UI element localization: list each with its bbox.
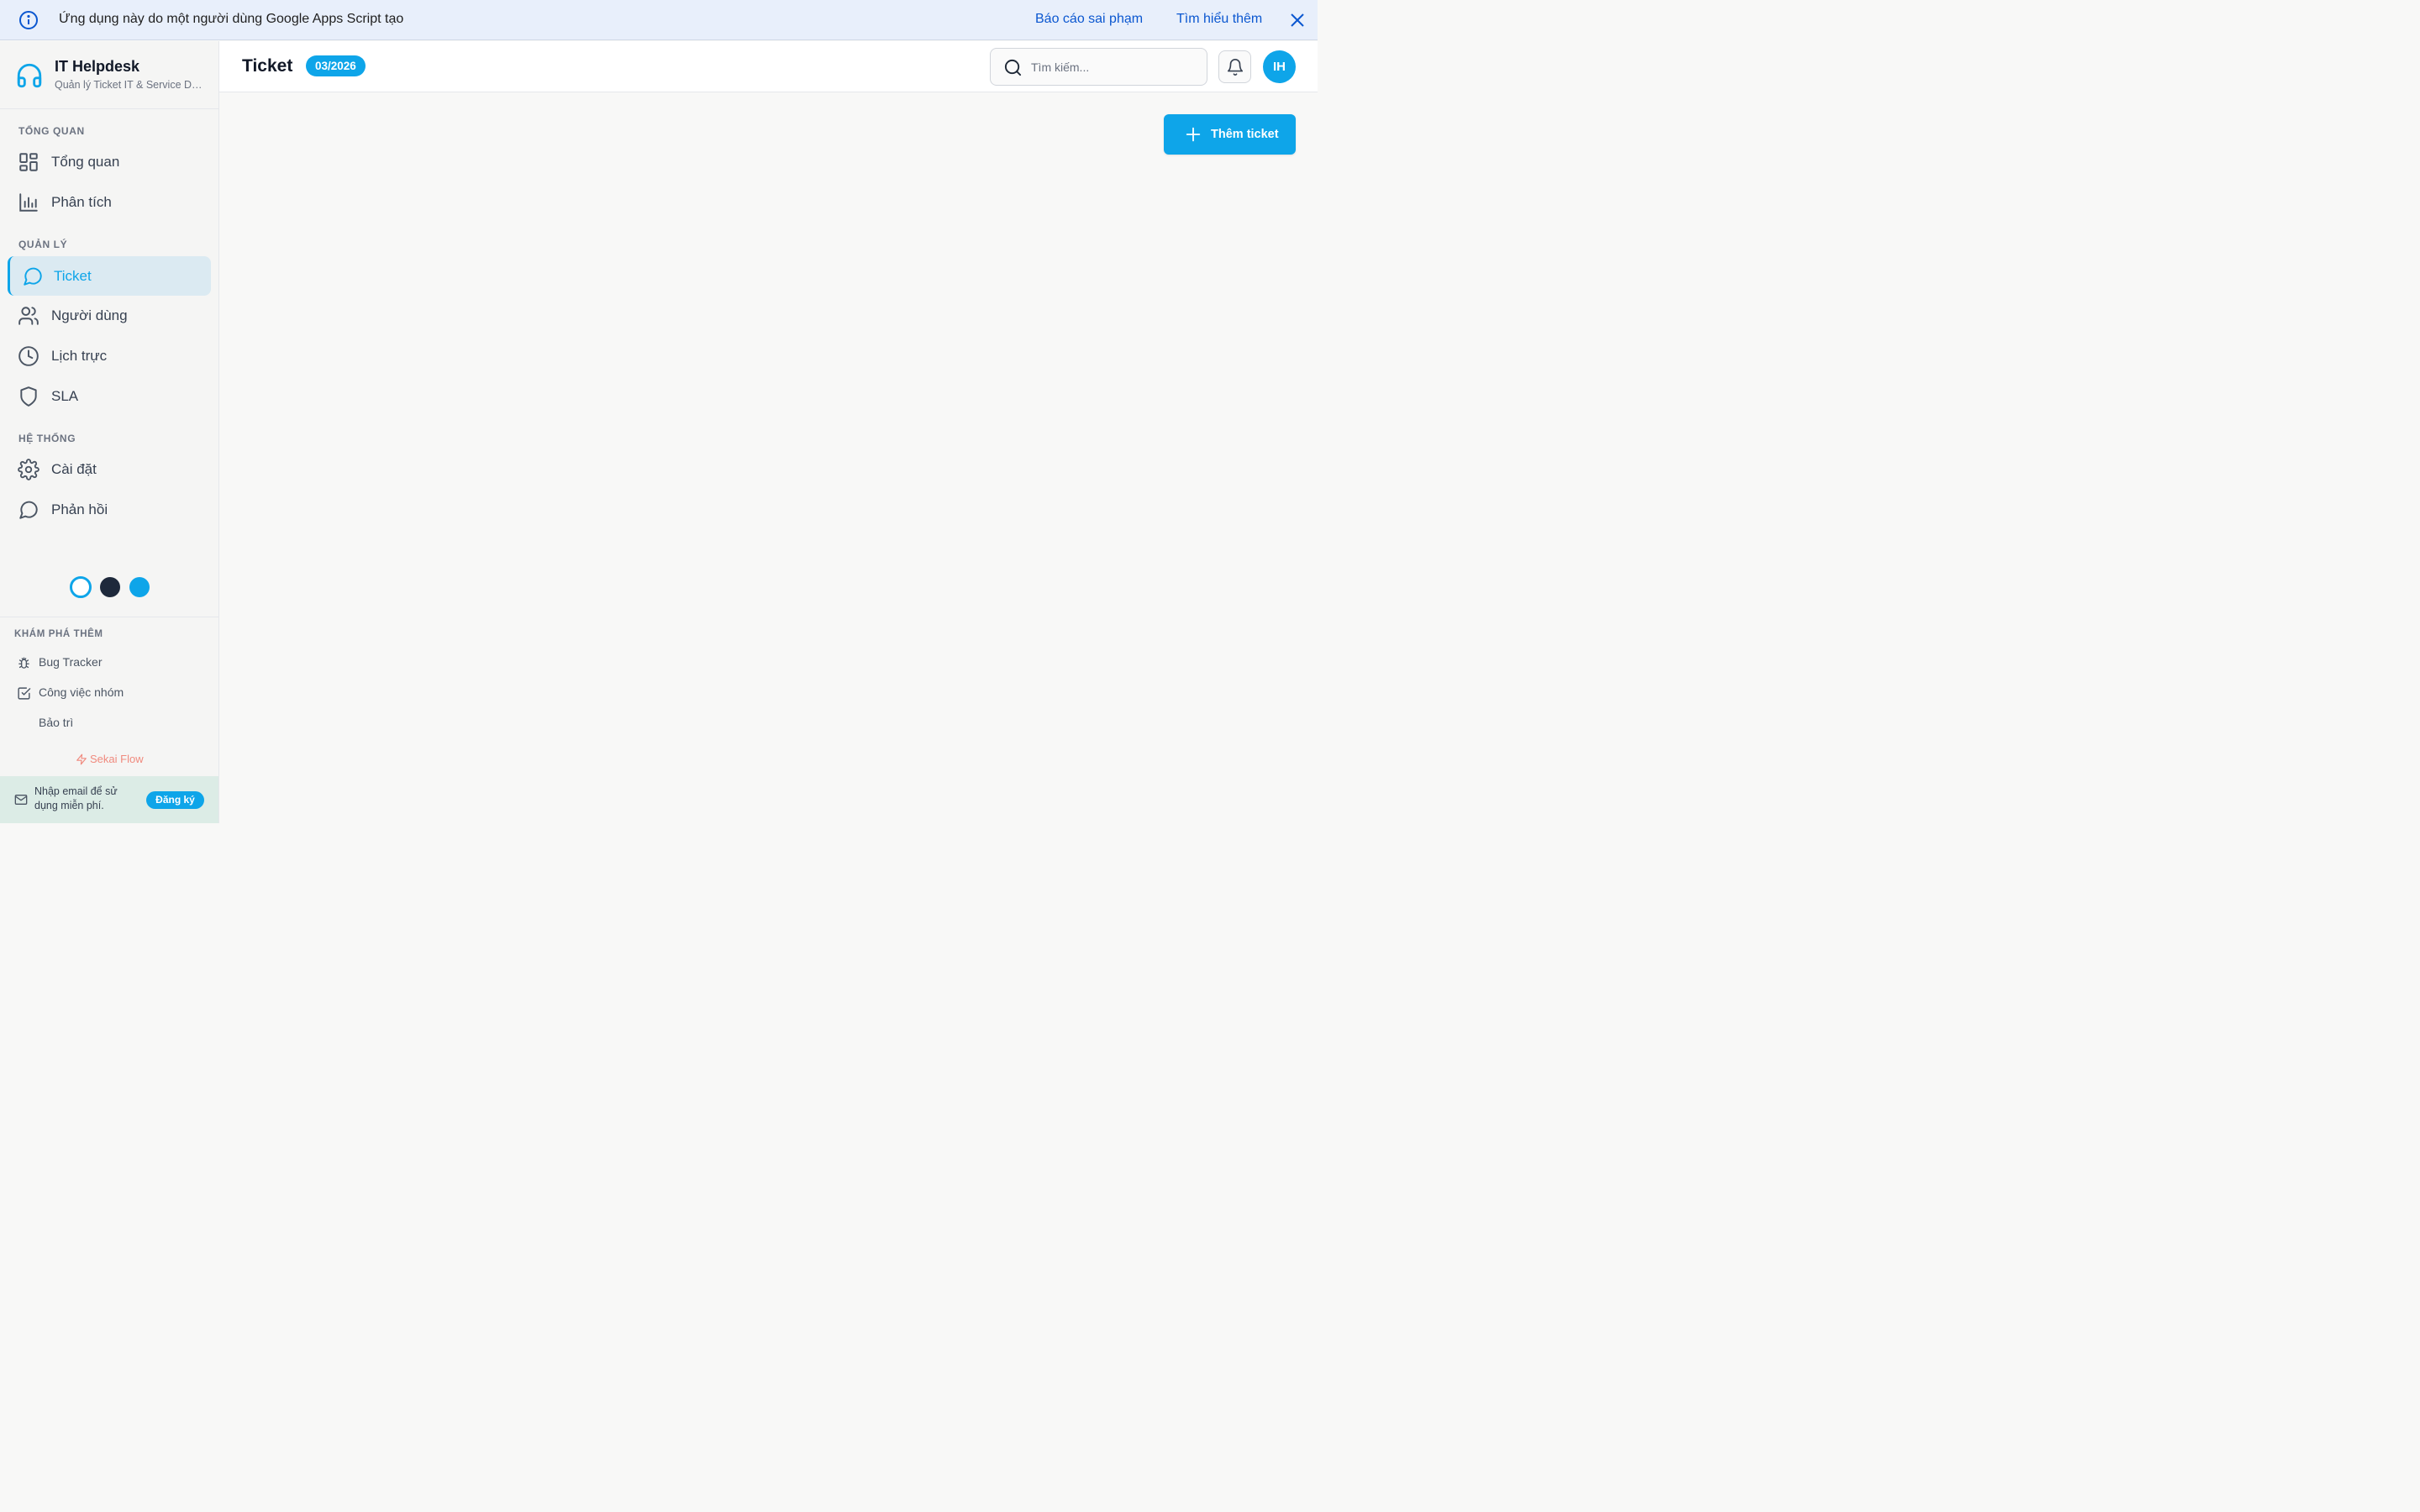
signup-text: Nhập email để sử dụng miễn phí. xyxy=(34,785,118,811)
sidebar-item-label: Phản hồi xyxy=(51,501,108,517)
app-subtitle: Quản lý Ticket IT & Service Desk xyxy=(55,79,208,91)
sidebar-item-sla[interactable]: SLA xyxy=(8,376,211,416)
sidebar-item-settings[interactable]: Cài đặt xyxy=(8,449,211,489)
sidebar-item-ticket[interactable]: Ticket xyxy=(8,256,211,296)
notifications-button[interactable] xyxy=(1218,50,1251,83)
search-input[interactable] xyxy=(1031,58,1199,76)
close-icon[interactable] xyxy=(1287,10,1307,30)
bell-icon xyxy=(1227,59,1244,76)
mail-icon xyxy=(14,795,28,805)
theme-blue-swatch[interactable] xyxy=(129,577,150,597)
search-box[interactable] xyxy=(990,48,1207,86)
explore-title: KHÁM PHÁ THÊM xyxy=(14,629,103,639)
sidebar-item-label: Phân tích xyxy=(51,194,112,210)
signup-button[interactable]: Đăng ký xyxy=(146,791,204,809)
apps-script-banner: Ứng dụng này do một người dùng Google Ap… xyxy=(0,0,1318,40)
zap-icon xyxy=(76,753,87,764)
message-circle-icon xyxy=(24,267,42,286)
sekai-flow-link[interactable]: Sekai Flow xyxy=(76,753,144,765)
headphones-icon xyxy=(17,63,42,88)
sidebar-item-label: SLA xyxy=(51,388,79,404)
brand: IT Helpdesk Quản lý Ticket IT & Service … xyxy=(0,41,218,109)
sekai-flow-label: Sekai Flow xyxy=(90,753,144,765)
period-badge: 03/2026 xyxy=(306,55,366,76)
clock-icon xyxy=(18,346,39,366)
sidebar-item-label: Tổng quan xyxy=(51,154,120,170)
banner-message: Ứng dụng này do một người dùng Google Ap… xyxy=(59,12,404,26)
dashboard-icon xyxy=(19,153,38,171)
avatar[interactable]: IH xyxy=(1263,50,1296,83)
theme-dark-swatch[interactable] xyxy=(100,577,120,597)
app-name: IT Helpdesk xyxy=(55,58,140,75)
sidebar-item-label: Ticket xyxy=(54,268,92,284)
add-ticket-label: Thêm ticket xyxy=(1211,128,1279,141)
report-abuse-link[interactable]: Báo cáo sai phạm xyxy=(1035,12,1143,27)
top-header: Ticket 03/2026 IH xyxy=(219,41,1318,92)
sidebar: IT Helpdesk Quản lý Ticket IT & Service … xyxy=(0,41,219,823)
sidebar-item-schedule[interactable]: Lịch trực xyxy=(8,336,211,375)
shield-icon xyxy=(20,386,37,407)
sidebar-item-overview[interactable]: Tổng quan xyxy=(8,142,211,181)
explore-item-label: Bảo trì xyxy=(39,716,74,729)
section-title-overview: TỔNG QUAN xyxy=(18,125,85,137)
message-circle-icon xyxy=(19,501,38,519)
section-title-management: QUẢN LÝ xyxy=(18,239,68,250)
sidebar-item-label: Lịch trực xyxy=(51,348,108,364)
sidebar-item-label: Cài đặt xyxy=(51,461,97,477)
sidebar-item-label: Người dùng xyxy=(51,307,128,323)
bar-chart-icon xyxy=(19,193,38,212)
signup-bar: Nhập email để sử dụng miễn phí. Đăng ký xyxy=(0,776,218,823)
section-title-system: HỆ THỐNG xyxy=(18,433,76,444)
add-ticket-button[interactable]: Thêm ticket xyxy=(1164,114,1296,155)
page-title: Ticket xyxy=(242,56,293,76)
learn-more-link[interactable]: Tìm hiểu thêm xyxy=(1176,12,1262,27)
sidebar-item-feedback[interactable]: Phản hồi xyxy=(8,490,211,529)
explore-item-label: Bug Tracker xyxy=(39,655,103,669)
search-icon xyxy=(1004,59,1022,76)
explore-item-label: Công việc nhóm xyxy=(39,685,124,699)
gear-icon xyxy=(18,459,39,480)
theme-light-swatch[interactable] xyxy=(70,576,92,598)
info-icon xyxy=(19,11,38,29)
bug-icon xyxy=(18,657,29,669)
sidebar-item-users[interactable]: Người dùng xyxy=(8,296,211,335)
sidebar-item-analytics[interactable]: Phân tích xyxy=(8,182,211,222)
checkbox-icon xyxy=(18,687,31,700)
users-icon xyxy=(18,307,39,325)
plus-icon xyxy=(1186,127,1201,142)
